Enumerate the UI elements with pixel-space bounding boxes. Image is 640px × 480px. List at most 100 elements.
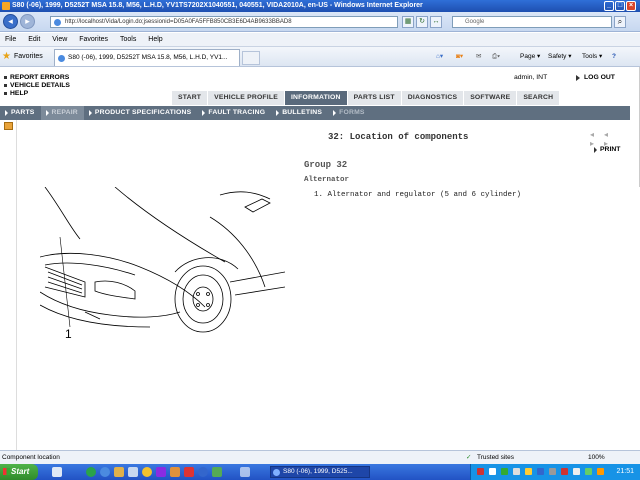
- subtab-fault-tracing[interactable]: FAULT TRACING: [197, 106, 271, 120]
- compatibility-icon[interactable]: ▦: [402, 16, 414, 28]
- taskbar-window-label: S80 (-06), 1999, D525...: [283, 468, 353, 475]
- go-icon[interactable]: ↔: [430, 16, 442, 28]
- safety-menu[interactable]: Safety ▾: [548, 52, 572, 62]
- taskbar-window-button[interactable]: S80 (-06), 1999, D525...: [270, 466, 370, 478]
- folder-icon[interactable]: [4, 122, 13, 130]
- tray-icon[interactable]: [489, 468, 496, 475]
- menu-favorites[interactable]: Favorites: [74, 33, 113, 47]
- tab-software[interactable]: SOFTWARE: [464, 91, 517, 105]
- forward-button[interactable]: ▸: [20, 14, 35, 29]
- group-heading: Group 32: [304, 160, 348, 170]
- subtab-parts[interactable]: PARTS: [0, 106, 41, 120]
- tab-start[interactable]: START: [172, 91, 208, 105]
- subtab-product-specifications[interactable]: PRODUCT SPECIFICATIONS: [84, 106, 197, 120]
- help-link[interactable]: HELP: [4, 90, 70, 98]
- tray-icon[interactable]: [501, 468, 508, 475]
- tray-icon[interactable]: [477, 468, 484, 475]
- quicklaunch-icon[interactable]: [114, 467, 124, 477]
- windows-taskbar: Start S80 (-06), 1999, D525... 21:51: [0, 464, 640, 480]
- tab-information[interactable]: INFORMATION: [284, 91, 347, 105]
- search-input[interactable]: Google: [452, 16, 612, 28]
- quicklaunch-icon[interactable]: [86, 467, 96, 477]
- tab-diagnostics[interactable]: DIAGNOSTICS: [401, 91, 464, 105]
- page-menu[interactable]: Page ▾: [520, 52, 540, 62]
- new-tab-button[interactable]: [242, 51, 260, 65]
- report-errors-link[interactable]: REPORT ERRORS: [4, 74, 70, 82]
- logout-link[interactable]: LOG OUT: [576, 74, 615, 81]
- show-desktop-icon[interactable]: [52, 467, 62, 477]
- utility-links: REPORT ERRORS VEHICLE DETAILS HELP: [4, 74, 70, 98]
- address-bar[interactable]: http://localhost/Vida/Login.do;jsessioni…: [50, 16, 398, 28]
- sub-navigation: PARTS REPAIR PRODUCT SPECIFICATIONS FAUL…: [0, 106, 630, 120]
- favorites-label: Favorites: [14, 53, 43, 60]
- quicklaunch-icon[interactable]: [212, 467, 222, 477]
- tray-icon[interactable]: [597, 468, 604, 475]
- tab-search[interactable]: SEARCH: [517, 91, 560, 105]
- tray-icon[interactable]: [525, 468, 532, 475]
- tab-parts-list[interactable]: PARTS LIST: [347, 91, 401, 105]
- tools-menu[interactable]: Tools ▾: [582, 52, 602, 62]
- search-icon[interactable]: ⌕: [614, 16, 626, 28]
- menu-view[interactable]: View: [47, 33, 72, 47]
- menu-help[interactable]: Help: [143, 33, 167, 47]
- system-tray: 21:51: [470, 464, 640, 480]
- security-zone[interactable]: Trusted sites: [466, 451, 514, 464]
- status-text: Component location: [2, 454, 60, 461]
- page-icon: [54, 19, 61, 26]
- close-window-button[interactable]: ×: [626, 1, 636, 11]
- quicklaunch-ie-icon[interactable]: [100, 467, 110, 477]
- url-text: http://localhost/Vida/Login.do;jsessioni…: [65, 19, 292, 25]
- tab-vehicle-profile[interactable]: VEHICLE PROFILE: [208, 91, 284, 105]
- zoom-level[interactable]: 100%: [588, 451, 605, 464]
- volume-icon[interactable]: [573, 468, 580, 475]
- print-link[interactable]: PRINT: [594, 146, 620, 153]
- favorites-bar: ★ Favorites S80 (-06), 1999, D5252T MSA …: [0, 47, 640, 67]
- network-icon[interactable]: [513, 468, 520, 475]
- quicklaunch-icon[interactable]: [128, 467, 138, 477]
- print-toolbar-icon[interactable]: ⎙▾: [492, 52, 500, 62]
- start-button[interactable]: Start: [0, 464, 38, 480]
- quicklaunch-icon[interactable]: [184, 467, 194, 477]
- window-title: S80 (-06), 1999, D5252T MSA 15.8, M56, L…: [12, 2, 423, 9]
- back-button[interactable]: ◂: [3, 14, 18, 29]
- vertical-scrollbar[interactable]: [631, 187, 640, 450]
- component-list-item[interactable]: 1. Alternator and regulator (5 and 6 cyl…: [314, 191, 521, 199]
- menu-tools[interactable]: Tools: [115, 33, 141, 47]
- menu-edit[interactable]: Edit: [23, 33, 45, 47]
- quicklaunch-expand-icon[interactable]: [240, 467, 250, 477]
- car-front-illustration: [40, 187, 285, 333]
- shield-icon[interactable]: [561, 468, 568, 475]
- subtab-bulletins[interactable]: BULLETINS: [271, 106, 328, 120]
- status-bar: Component location Trusted sites 100%: [0, 450, 640, 464]
- address-toolbar: ◂ ▸ http://localhost/Vida/Login.do;jsess…: [0, 12, 640, 32]
- minimize-button[interactable]: _: [604, 1, 614, 11]
- user-info: admin, INT: [514, 74, 548, 81]
- favorites-button[interactable]: ★ Favorites: [2, 50, 43, 64]
- tab-page-icon: [58, 55, 65, 62]
- vehicle-details-link[interactable]: VEHICLE DETAILS: [4, 82, 70, 90]
- browser-tab[interactable]: S80 (-06), 1999, D5252T MSA 15.8, M56, L…: [54, 49, 240, 66]
- read-mail-icon[interactable]: ✉: [476, 52, 481, 62]
- tray-icon[interactable]: [585, 468, 592, 475]
- page-viewport: REPORT ERRORS VEHICLE DETAILS HELP admin…: [0, 67, 640, 450]
- subtab-repair[interactable]: REPAIR: [40, 106, 84, 120]
- search-placeholder: Google: [465, 19, 485, 25]
- maximize-button[interactable]: □: [615, 1, 625, 11]
- main-tabs: START VEHICLE PROFILE INFORMATION PARTS …: [172, 91, 560, 105]
- quicklaunch-icon[interactable]: [156, 467, 166, 477]
- clock: 21:51: [616, 468, 634, 475]
- menu-file[interactable]: File: [0, 33, 21, 47]
- component-heading: Alternator: [304, 176, 350, 184]
- tray-icon[interactable]: [549, 468, 556, 475]
- tools-icon[interactable]: [170, 467, 180, 477]
- subtab-forms[interactable]: FORMS: [328, 106, 371, 120]
- left-strip: [0, 120, 17, 450]
- refresh-icon[interactable]: ↻: [416, 16, 428, 28]
- help-icon[interactable]: ?: [612, 52, 616, 62]
- feeds-icon[interactable]: ◙▾: [456, 52, 463, 62]
- quicklaunch-icon[interactable]: [198, 467, 208, 477]
- page-title: 32: Location of components: [328, 132, 469, 142]
- home-icon[interactable]: ⌂▾: [436, 52, 443, 62]
- tray-icon[interactable]: [537, 468, 544, 475]
- smiley-icon[interactable]: [142, 467, 152, 477]
